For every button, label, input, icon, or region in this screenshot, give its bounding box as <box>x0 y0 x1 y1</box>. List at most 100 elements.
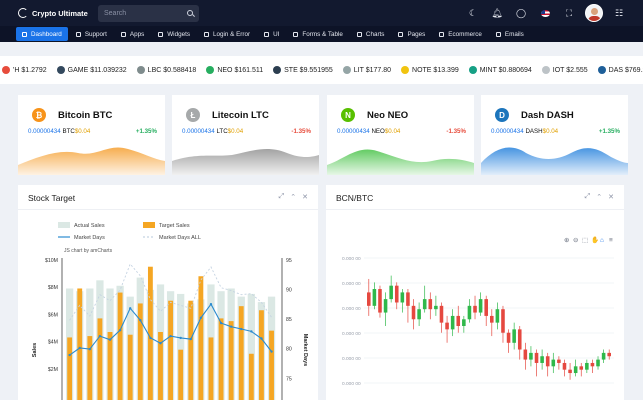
price-symbol: BTC <box>62 128 75 135</box>
chat-icon[interactable]: ◯ <box>509 0 533 26</box>
candle-body <box>439 305 444 323</box>
candle-body <box>506 332 511 343</box>
close-icon[interactable]: ✕ <box>302 193 308 201</box>
nav-login-error[interactable]: Login & Error <box>198 27 256 41</box>
nav-widgets[interactable]: Widgets <box>152 27 196 41</box>
stock-target-chart: Actual Sales Target Sales Market Days Marke… <box>32 222 308 400</box>
ticker-label: DAS $769.22 <box>608 66 643 74</box>
market-days-point <box>68 353 71 357</box>
home-reset-icon[interactable]: ⌂ <box>600 237 604 244</box>
y-tick-label: $8M <box>48 285 58 291</box>
nav-icon <box>439 31 445 37</box>
coin-card[interactable]: ₿ Bitcoin BTC 0.00000434 BTC$0.04 +1.35% <box>18 95 165 175</box>
candle-body <box>501 309 505 333</box>
nav-charts[interactable]: Charts <box>351 27 391 41</box>
search-box[interactable]: Search <box>98 4 199 22</box>
nav-pages[interactable]: Pages <box>392 27 431 41</box>
nav-apps[interactable]: Apps <box>115 27 150 41</box>
candle-body <box>585 362 589 370</box>
ticker-item[interactable]: DAS $769.22 <box>596 66 643 74</box>
ticker-label: GAME $11.039232 <box>67 66 127 74</box>
candle-body <box>462 319 466 326</box>
nav-label: Dashboard <box>31 30 62 38</box>
flag-icon[interactable] <box>533 0 557 26</box>
bcn-btc-panel: BCN/BTC ⤢ ⌃ ✕ ⊕ ⊖ ⬚ ✋ ⌂ ≡ 0.000 00 0.000 00 0.00… <box>326 185 624 400</box>
coin-change: +1.35% <box>135 128 157 135</box>
collapse-icon[interactable]: ⌃ <box>596 193 602 201</box>
nav-dashboard[interactable]: Dashboard <box>16 27 68 41</box>
candle-body <box>372 289 377 306</box>
nav-support[interactable]: Support <box>70 27 113 41</box>
candle-body <box>534 352 539 363</box>
candle-body <box>579 366 584 370</box>
fullscreen-icon[interactable]: ⛶ <box>557 0 581 26</box>
candle-body <box>484 299 488 316</box>
market-days-point <box>250 330 253 333</box>
ticker-item[interactable]: IOT $2.555 <box>540 66 588 74</box>
ticker-item[interactable]: NEO $161.511 <box>204 66 263 74</box>
coin-name: Neo NEO <box>367 109 409 121</box>
coin-icon <box>206 66 215 74</box>
price-value: 0.00000434 <box>337 128 370 135</box>
target-sales-bar <box>228 321 234 400</box>
coin-price: 0.00000434 NEO$0.04 <box>337 128 400 135</box>
close-icon[interactable]: ✕ <box>608 193 614 201</box>
zoom-out-icon[interactable]: ⊖ <box>573 237 579 244</box>
ticker-item[interactable]: GAME $11.039232 <box>55 66 127 74</box>
target-sales-bar <box>188 300 194 400</box>
nav-icon <box>398 31 404 37</box>
candle-body <box>545 356 550 367</box>
collapse-icon[interactable]: ⌃ <box>290 193 296 201</box>
ticker-item[interactable]: STE $9.551955 <box>271 66 333 74</box>
pan-hand-icon[interactable]: ✋ <box>591 236 599 244</box>
expand-icon[interactable]: ⤢ <box>585 193 591 201</box>
candle-body <box>434 305 438 310</box>
coin-card[interactable]: D Dash DASH 0.00000434 DASH$0.04 +1.35% <box>481 95 628 175</box>
nav-ui[interactable]: UI <box>258 27 285 41</box>
target-sales-bar <box>178 349 184 400</box>
nav-label: Login & Error <box>212 30 251 38</box>
nav-label: UI <box>273 30 280 38</box>
nav-label: Emails <box>504 30 524 38</box>
candle-body <box>450 315 455 330</box>
ticker-item[interactable]: LBC $0.588418 <box>135 66 196 74</box>
zoom-in-icon[interactable]: ⊕ <box>564 237 570 244</box>
settings-sliders-icon[interactable]: ☷ <box>607 0 631 26</box>
search-icon[interactable] <box>187 10 193 16</box>
ticker-item[interactable]: NOTE $13.399 <box>399 66 459 74</box>
expand-icon[interactable]: ⤢ <box>279 193 285 201</box>
nav-icon <box>356 31 362 37</box>
nav-emails[interactable]: Emails <box>490 27 530 41</box>
brand-logo[interactable]: Crypto Ultimate <box>18 8 98 18</box>
market-days-point <box>149 336 152 340</box>
candle-body <box>383 299 388 313</box>
y2-tick-label: 90 <box>286 288 292 294</box>
price-usd: $0.04 <box>542 128 559 135</box>
market-days-point <box>199 316 203 320</box>
ticker-item[interactable]: 'H $1.2792 <box>0 66 47 74</box>
price-ticker: 'H $1.2792 GAME $11.039232 LBC $0.588418 NE… <box>0 56 643 84</box>
panel-tools: ⤢ ⌃ ✕ <box>585 193 614 201</box>
avatar[interactable] <box>585 4 603 22</box>
nav-ecommerce[interactable]: Ecommerce <box>433 27 488 41</box>
ticker-label: IOT $2.555 <box>552 66 588 74</box>
nav-forms-table[interactable]: Forms & Table <box>287 27 348 41</box>
nav-label: Ecommerce <box>448 30 482 38</box>
candle-body <box>411 305 416 320</box>
coin-price: 0.00000434 LTC$0.04 <box>182 128 243 135</box>
ticker-item[interactable]: MINT $0.880694 <box>467 66 532 74</box>
zoom-select-icon[interactable]: ⬚ <box>582 237 588 244</box>
candle-body <box>445 322 449 330</box>
coin-card[interactable]: N Neo NEO 0.00000434 NEO$0.04 -1.35% <box>327 95 474 175</box>
candlestick-chart: ⊕ ⊖ ⬚ ✋ ⌂ ≡ 0.000 00 0.000 00 0.000 00 0.000 00 0.… <box>342 236 614 387</box>
search-input[interactable]: Search <box>104 10 126 17</box>
panel-title: BCN/BTC <box>336 193 374 203</box>
moon-icon[interactable]: ☾ <box>461 0 485 26</box>
y-tick-label: 0.000 00 <box>342 331 361 337</box>
ticker-item[interactable]: LIT $177.80 <box>341 66 391 74</box>
y2-tick-label: 75 <box>286 376 292 382</box>
menu-icon[interactable]: ≡ <box>609 237 613 244</box>
candle-body <box>529 352 533 360</box>
coin-card[interactable]: Ł Litecoin LTC 0.00000434 LTC$0.04 -1.35% <box>172 95 319 175</box>
bell-icon[interactable]: 🔔︎ <box>485 0 509 26</box>
